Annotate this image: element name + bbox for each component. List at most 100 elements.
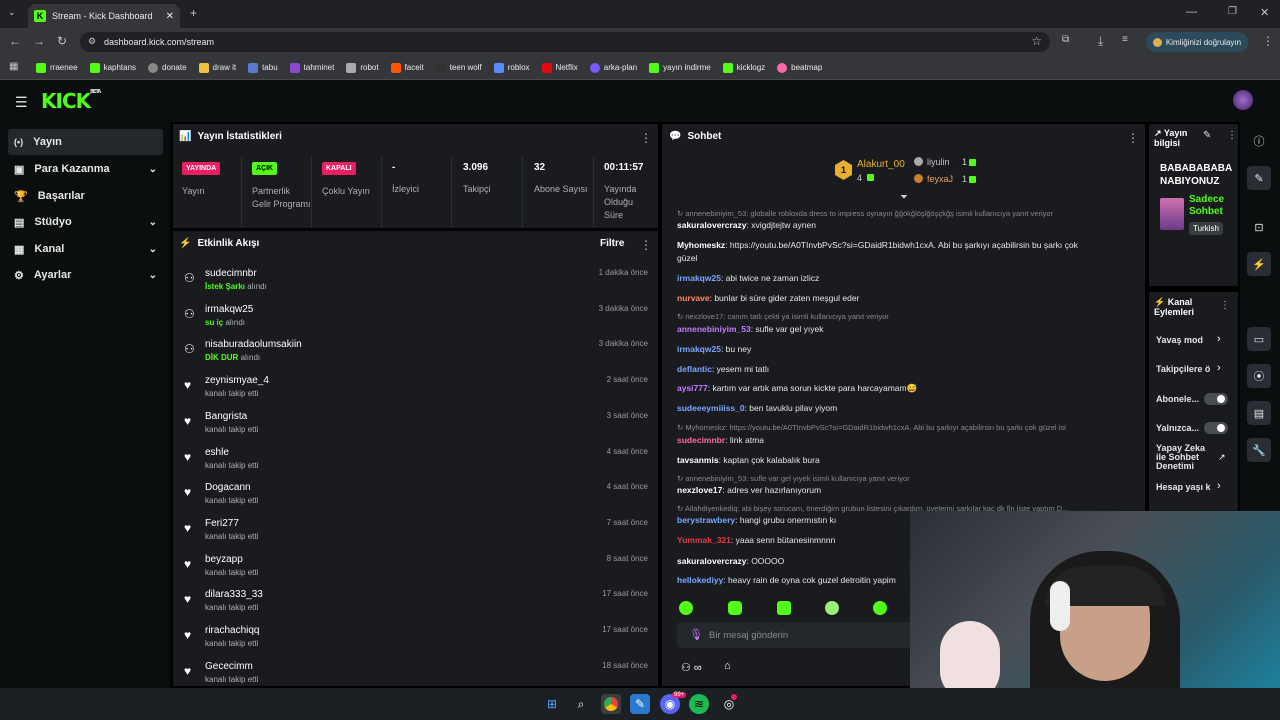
- bookmark[interactable]: roblox: [493, 62, 530, 73]
- event-username[interactable]: beyzapp: [205, 554, 243, 565]
- infinity-icon[interactable]: ⚇ ∞: [681, 661, 702, 674]
- store-icon[interactable]: ⌂: [724, 660, 731, 672]
- back-icon[interactable]: ←: [9, 34, 21, 48]
- bookmark[interactable]: donate: [148, 62, 187, 73]
- leaderboard-third[interactable]: feyxaJ: [927, 174, 953, 184]
- tab-close-icon[interactable]: ✕: [166, 11, 174, 22]
- forward-icon[interactable]: →: [33, 34, 45, 48]
- media-icon[interactable]: ≡: [1122, 34, 1128, 45]
- bookmark-star-icon[interactable]: ☆: [1031, 34, 1042, 48]
- event-username[interactable]: Gececimm: [205, 661, 253, 672]
- wrench-icon[interactable]: 🔧: [1247, 438, 1271, 462]
- windows-start-icon[interactable]: ⊞: [542, 694, 562, 714]
- account-age-action[interactable]: Hesap yaşı k: [1156, 482, 1214, 492]
- slow-mode-action[interactable]: Yavaş mod: [1156, 335, 1203, 345]
- bookmark[interactable]: Netflix: [541, 62, 578, 73]
- address-bar[interactable]: ⚙ dashboard.kick.com/stream ☆: [80, 32, 1050, 52]
- restore-icon[interactable]: ❐: [1228, 6, 1237, 17]
- sidebar-item-studyo[interactable]: ▤ Stüdyo ⌄: [8, 209, 163, 235]
- layout-icon[interactable]: ▤: [1247, 401, 1271, 425]
- chat-username[interactable]: aysi777: [677, 383, 708, 393]
- event-username[interactable]: irmakqw25: [205, 304, 253, 315]
- bookmark[interactable]: yayın indirme: [649, 62, 711, 73]
- new-tab-icon[interactable]: +: [190, 6, 197, 20]
- lightning-icon[interactable]: ⚡: [1247, 252, 1271, 276]
- event-username[interactable]: nisaburadaolumsakiin: [205, 339, 302, 350]
- event-username[interactable]: Dogacann: [205, 482, 251, 493]
- emote-icon[interactable]: [728, 601, 742, 615]
- event-username[interactable]: zeynismyae_4: [205, 375, 269, 386]
- chat-menu-icon[interactable]: ⋮: [1127, 131, 1139, 145]
- feed-menu-icon[interactable]: ⋮: [640, 238, 652, 252]
- sidebar-item-para-kazanma[interactable]: ▣ Para Kazanma ⌄: [8, 156, 163, 182]
- event-username[interactable]: dilara333_33: [205, 589, 263, 600]
- chat-username[interactable]: deflantic: [677, 364, 712, 374]
- leaderboard-first[interactable]: Alakurt_00: [857, 159, 905, 170]
- paint-icon[interactable]: ✎: [630, 694, 650, 714]
- download-icon[interactable]: ⤓: [1098, 34, 1103, 49]
- chat-input[interactable]: 🎙 Bir mesaj gönderin: [677, 622, 917, 648]
- subscribers-toggle[interactable]: [1204, 393, 1228, 405]
- bookmark[interactable]: teen wolf: [435, 62, 482, 73]
- chat-username[interactable]: irmakqw25: [677, 344, 721, 354]
- event-username[interactable]: Bangrista: [205, 411, 247, 422]
- window-close-icon[interactable]: ✕: [1260, 6, 1269, 19]
- ai-moderation-action[interactable]: Yapay Zeka ile Sohbet Denetimi: [1156, 444, 1210, 471]
- apps-grid-icon[interactable]: ▦: [9, 61, 18, 72]
- chat-username[interactable]: nurvave: [677, 293, 710, 303]
- sidebar-item-basarilar[interactable]: 🏆 Başarılar: [8, 183, 163, 209]
- bookmark[interactable]: arka-plan: [589, 62, 637, 73]
- followers-only-action[interactable]: Takipçilere ö: [1156, 364, 1214, 374]
- crop-icon[interactable]: ⊡: [1247, 215, 1271, 239]
- pencil-icon[interactable]: ✎: [1247, 166, 1271, 190]
- chrome-icon[interactable]: [601, 694, 621, 714]
- minimize-icon[interactable]: —: [1186, 6, 1197, 18]
- event-username[interactable]: sudecimnbr: [205, 268, 257, 279]
- sidebar-item-yayin[interactable]: (•) Yayın: [8, 129, 163, 155]
- filter-button[interactable]: Filtre: [600, 238, 624, 249]
- chat-username[interactable]: sakuralovercrazy: [677, 556, 746, 566]
- bookmark[interactable]: kicklogz: [722, 62, 765, 73]
- external-link-icon[interactable]: ↗: [1218, 452, 1226, 463]
- only-toggle[interactable]: [1204, 422, 1228, 434]
- chat-username[interactable]: hellokediyy: [677, 575, 723, 585]
- chat-icon[interactable]: ▭: [1247, 327, 1271, 351]
- bookmark[interactable]: rraenee: [36, 62, 78, 73]
- edit-icon[interactable]: ✎: [1203, 130, 1211, 141]
- chat-username[interactable]: sakuralovercrazy: [677, 220, 746, 230]
- sidebar-item-ayarlar[interactable]: ⚙ Ayarlar ⌄: [8, 262, 163, 288]
- leaderboard-second[interactable]: liyulin: [927, 157, 950, 167]
- chat-username[interactable]: berystrawbery: [677, 515, 735, 525]
- emote-icon[interactable]: [679, 601, 693, 615]
- chat-username[interactable]: irmakqw25: [677, 273, 721, 283]
- microphone-icon[interactable]: 🎙: [689, 628, 703, 641]
- chat-username[interactable]: Myhomeskz: [677, 240, 725, 250]
- bookmark[interactable]: tabu: [248, 62, 278, 73]
- avatar[interactable]: [1233, 90, 1253, 110]
- expand-icon[interactable]: ⏷: [900, 192, 908, 203]
- bookmark[interactable]: robot: [346, 62, 379, 73]
- search-icon[interactable]: ⌕: [571, 694, 591, 714]
- kick-logo[interactable]: KICKBETA: [41, 89, 101, 113]
- event-username[interactable]: eshle: [205, 447, 229, 458]
- chat-username[interactable]: Yummak_321: [677, 535, 731, 545]
- bookmark[interactable]: faceit: [390, 62, 424, 73]
- bookmark[interactable]: tahminet: [289, 62, 334, 73]
- emote-icon[interactable]: [825, 601, 839, 615]
- broadcast-icon[interactable]: ⦿: [1247, 364, 1271, 388]
- site-info-icon[interactable]: ⚙: [88, 36, 96, 47]
- channel-actions-menu-icon[interactable]: ⋮: [1220, 300, 1230, 311]
- bookmark[interactable]: draw it: [198, 62, 236, 73]
- event-username[interactable]: Feri277: [205, 518, 239, 529]
- event-username[interactable]: rirachachiqq: [205, 625, 259, 636]
- chat-username[interactable]: sudecimnbr: [677, 435, 725, 445]
- info-icon[interactable]: ⓘ: [1247, 129, 1271, 153]
- stats-menu-icon[interactable]: ⋮: [640, 131, 652, 145]
- identity-button[interactable]: Kimliğinizi doğrulayın: [1146, 32, 1248, 52]
- browser-tab[interactable]: K Stream - Kick Dashboard ✕: [28, 4, 180, 28]
- emote-icon[interactable]: [873, 601, 887, 615]
- chevron-right-icon[interactable]: ›: [1217, 480, 1221, 492]
- hamburger-menu-icon[interactable]: ☰: [15, 94, 28, 111]
- emote-icon[interactable]: [777, 601, 791, 615]
- category-name[interactable]: Sadece Sohbet: [1189, 194, 1233, 218]
